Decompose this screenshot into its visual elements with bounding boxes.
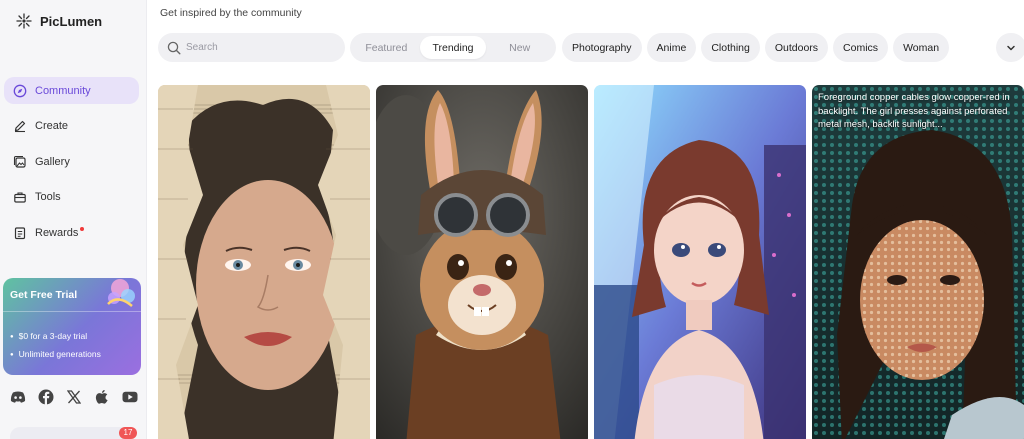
free-trial-benefits: $0 for a 3-day trial Unlimited generatio… [10,328,101,364]
compass-icon [13,84,27,98]
category-chip-clothing[interactable]: Clothing [701,33,760,62]
tab-featured[interactable]: Featured [353,36,420,59]
notification-dot [80,226,85,231]
sidebar-item-create[interactable]: Create [4,113,139,140]
sidebar-item-label: Rewards [35,226,79,239]
app-root: PicLumen Community Create Gallery Tools … [0,0,1024,439]
image-card[interactable] [158,85,370,439]
user-profile[interactable] [10,427,130,439]
apple-icon[interactable] [94,389,110,405]
sidebar-item-rewards[interactable]: Rewards [4,219,139,246]
benefit-item: $0 for a 3-day trial [10,328,101,346]
search-box[interactable] [158,33,345,62]
youtube-icon[interactable] [122,389,138,405]
clipboard-icon [13,226,27,240]
chevron-down-icon [1007,45,1015,50]
brand[interactable]: PicLumen [16,13,102,29]
facebook-icon[interactable] [38,389,54,405]
more-categories-button[interactable] [996,33,1024,62]
tab-new[interactable]: New [486,36,553,59]
social-links [10,389,138,405]
sidebar-nav: Community Create Gallery Tools Rewards [4,77,139,255]
card-caption: Foreground copper cables glow copper-red… [818,92,1010,130]
category-chip-woman[interactable]: Woman [893,33,950,62]
discord-icon[interactable] [10,389,26,405]
category-chip-anime[interactable]: Anime [646,33,697,62]
brand-name: PicLumen [40,13,103,29]
sidebar-item-label: Create [35,120,69,132]
search-input[interactable] [186,42,326,53]
gallery-icon [13,155,27,169]
category-chip-photography[interactable]: Photography [562,33,642,62]
image-grid: Foreground copper cables glow copper-red… [158,85,1024,439]
sidebar-item-gallery[interactable]: Gallery [4,148,139,175]
x-icon[interactable] [66,389,82,405]
aviator-rabbit-image [376,85,588,439]
benefit-item: Unlimited generations [10,346,101,364]
sidebar: PicLumen Community Create Gallery Tools … [0,0,147,439]
image-card[interactable] [594,85,806,439]
free-trial-card[interactable]: Get Free Trial $0 for a 3-day trial Unli… [3,278,141,375]
search-icon [167,41,181,55]
gift-illustration-icon [107,279,135,307]
toolbox-icon [13,190,27,204]
category-chip-comics[interactable]: Comics [833,33,889,62]
sidebar-item-label: Community [35,84,91,97]
sidebar-item-label: Gallery [35,155,70,168]
filter-toolbar: Featured Trending New Photography Anime … [158,33,1024,63]
piclumen-logo-icon [16,13,32,29]
divider [3,311,141,312]
sort-tabs: Featured Trending New [350,33,556,62]
pen-icon [13,119,27,133]
woman-torn-sheet-music-image [158,85,370,439]
page-subtitle: Get inspired by the community [160,7,302,19]
woman-mesh-shadow-image [812,85,1024,439]
notification-badge: 17 [119,427,137,439]
main-content: Get inspired by the community Featured T… [147,0,1024,439]
category-chip-outdoors[interactable]: Outdoors [764,33,829,62]
sidebar-item-label: Tools [35,191,61,203]
sidebar-item-community[interactable]: Community [4,77,139,104]
sidebar-item-tools[interactable]: Tools [4,184,139,211]
anime-girl-neon-city-image [594,85,806,439]
image-card[interactable]: Foreground copper cables glow copper-red… [812,85,1024,439]
category-chips: Photography Anime Clothing Outdoors Comi… [562,33,950,62]
tab-trending[interactable]: Trending [419,36,487,59]
image-card[interactable] [376,85,588,439]
